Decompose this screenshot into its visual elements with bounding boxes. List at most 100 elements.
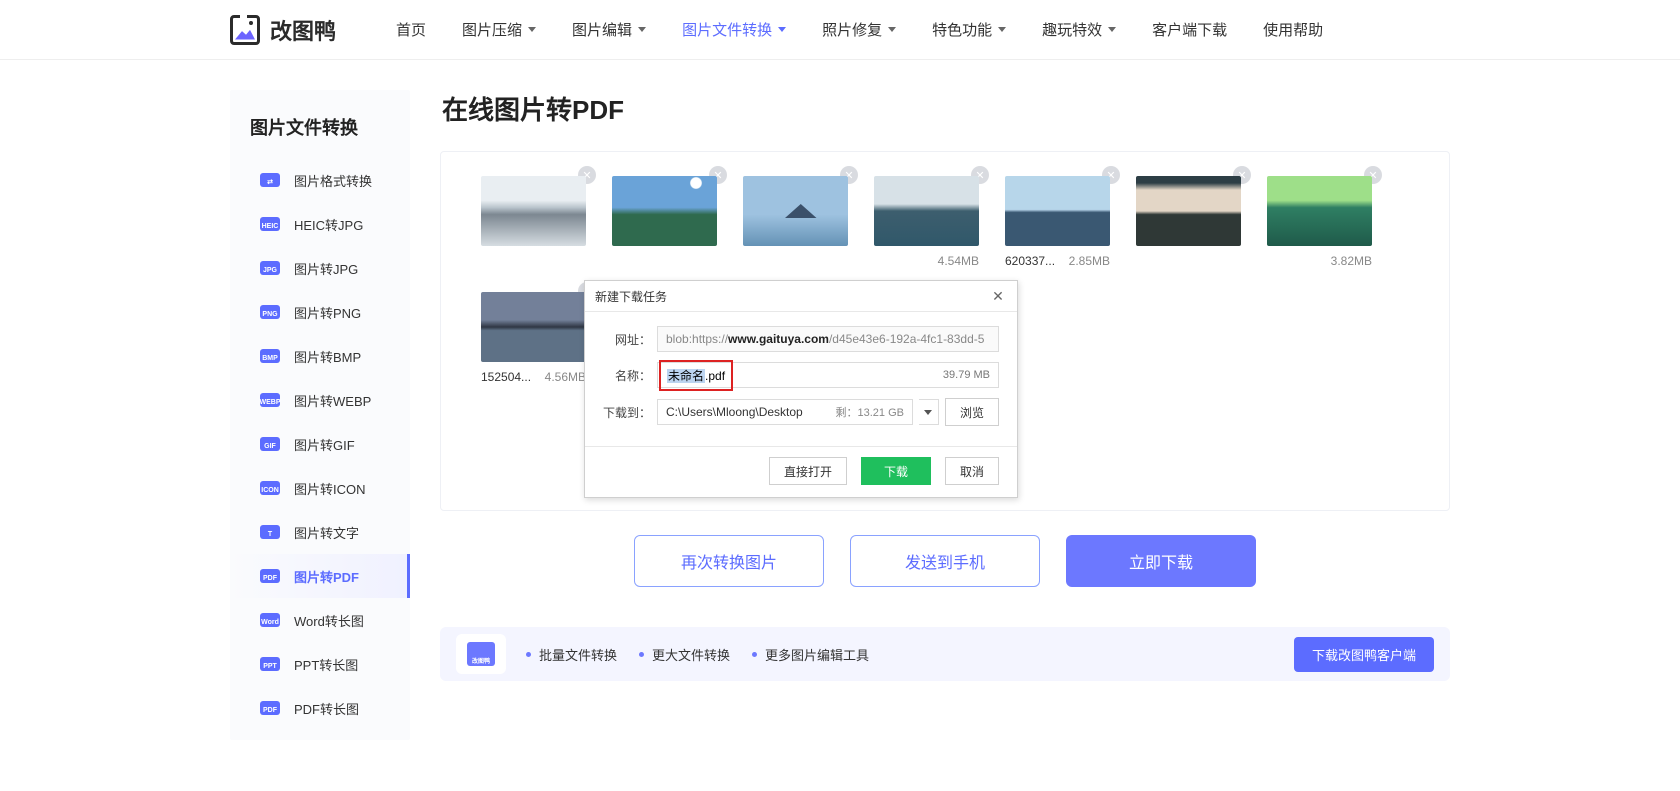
open-directly-button[interactable]: 直接打开 [769,457,847,485]
filename-ext: .pdf [705,369,725,383]
sidebar-item-12[interactable]: PDF转长图 [230,686,410,730]
promo-feature: 更多图片编辑工具 [752,645,869,664]
chevron-down-icon [1108,27,1116,32]
sidebar-icon [260,437,280,451]
sidebar-item-label: Word转长图 [294,611,364,630]
sidebar-icon [260,481,280,495]
promo-feature: 更大文件转换 [639,645,730,664]
thumbnail: ✕ [1136,176,1241,268]
sidebar-item-11[interactable]: PPT转长图 [230,642,410,686]
sidebar-item-3[interactable]: 图片转PNG [230,290,410,334]
thumbnail-image[interactable] [1005,176,1110,246]
top-nav: 改图鸭 首页 图片压缩 图片编辑 图片文件转换 照片修复 特色功能 趣玩特效 客户端下载 使用帮… [0,0,1680,60]
thumbnail-image[interactable] [1136,176,1241,246]
promo-icon [456,634,506,674]
brand-logo[interactable]: 改图鸭 [230,14,336,46]
page-title: 在线图片转PDF [442,90,1450,127]
nav-item-1[interactable]: 图片压缩 [462,19,536,40]
thumbnail: ✕3.82MB [1267,176,1372,268]
nav-item-5[interactable]: 特色功能 [932,19,1006,40]
sidebar-item-5[interactable]: 图片转WEBP [230,378,410,422]
sidebar-item-label: 图片转WEBP [294,391,371,410]
thumbnail-image[interactable] [1267,176,1372,246]
convert-again-button[interactable]: 再次转换图片 [634,535,824,587]
sidebar-item-1[interactable]: HEIC转JPG [230,202,410,246]
sidebar-item-label: 图片转JPG [294,259,358,278]
browse-button[interactable]: 浏览 [945,398,999,426]
url-field[interactable]: blob:https://www.gaituya.com/d45e43e6-19… [657,326,999,352]
nav-item-3[interactable]: 图片文件转换 [682,19,786,40]
chevron-down-icon [528,27,536,32]
sidebar-item-label: 图片格式转换 [294,171,372,190]
filename-stem: 未命名 [667,369,705,383]
nav-item-4[interactable]: 照片修复 [822,19,896,40]
sidebar-item-6[interactable]: 图片转GIF [230,422,410,466]
dot-icon [639,652,644,657]
name-label: 名称： [603,367,651,384]
dot-icon [526,652,531,657]
filesize-label: 39.79 MB [943,369,990,381]
nav-item-7[interactable]: 客户端下载 [1152,19,1227,40]
dialog-title: 新建下载任务 [595,288,667,305]
sidebar-item-0[interactable]: 图片格式转换 [230,158,410,202]
sidebar-icon [260,569,280,583]
dest-path-field[interactable]: C:\Users\Mloong\Desktop 剩：13.21 GB [657,399,913,425]
disk-remaining: 剩：13.21 GB [836,404,904,420]
brand-name: 改图鸭 [270,14,336,46]
sidebar-icon [260,393,280,407]
thumbnail-meta: 152504...4.56MB [481,370,586,384]
promo-bar: 批量文件转换 更大文件转换 更多图片编辑工具 下载改图鸭客户端 [440,627,1450,681]
sidebar-icon [260,349,280,363]
filename-highlight-box: 未命名.pdf [659,360,733,391]
action-row: 再次转换图片 发送到手机 立即下载 [440,535,1450,587]
dialog-cancel-button[interactable]: 取消 [945,457,999,485]
sidebar: 图片文件转换 图片格式转换 HEIC转JPG 图片转JPG 图片转PNG 图片转BMP 图… [230,90,410,740]
dialog-download-button[interactable]: 下载 [861,457,931,485]
thumbnail-image[interactable] [743,176,848,246]
download-now-button[interactable]: 立即下载 [1066,535,1256,587]
dest-dropdown-button[interactable] [919,399,939,425]
nav-item-2[interactable]: 图片编辑 [572,19,646,40]
promo-feature: 批量文件转换 [526,645,617,664]
thumbnail-image[interactable] [481,292,586,362]
sidebar-item-label: 图片转GIF [294,435,355,454]
sidebar-item-9[interactable]: 图片转PDF [230,554,410,598]
sidebar-item-label: HEIC转JPG [294,215,363,234]
logo-icon [230,15,260,45]
thumbnail: ✕ [481,176,586,268]
thumbnail-meta: 620337...2.85MB [1005,254,1110,268]
sidebar-item-7[interactable]: 图片转ICON [230,466,410,510]
sidebar-item-8[interactable]: 图片转文字 [230,510,410,554]
sidebar-item-label: 图片转BMP [294,347,361,366]
sidebar-icon [260,173,280,187]
sidebar-icon [260,613,280,627]
thumbnail-image[interactable] [874,176,979,246]
thumbnail: ✕152504...4.56MB [481,292,586,384]
thumbnail: ✕4.54MB [874,176,979,268]
sidebar-item-10[interactable]: Word转长图 [230,598,410,642]
dialog-close-icon[interactable]: ✕ [989,287,1007,305]
send-to-phone-button[interactable]: 发送到手机 [850,535,1040,587]
sidebar-item-4[interactable]: 图片转BMP [230,334,410,378]
chevron-down-icon [998,27,1006,32]
chevron-down-icon [924,410,932,415]
promo-app-icon [467,642,495,666]
sidebar-title: 图片文件转换 [230,110,410,158]
nav-item-8[interactable]: 使用帮助 [1263,19,1323,40]
dest-path: C:\Users\Mloong\Desktop [666,405,803,419]
sidebar-item-label: 图片转PNG [294,303,361,322]
filename-field[interactable]: 未命名.pdf 39.79 MB [657,362,999,388]
download-dialog: 新建下载任务 ✕ 网址： blob:https://www.gaituya.co… [584,280,1018,498]
chevron-down-icon [888,27,896,32]
chevron-down-icon [778,27,786,32]
thumbnail-image[interactable] [481,176,586,246]
thumbnail: ✕620337...2.85MB [1005,176,1110,268]
url-label: 网址： [603,331,651,348]
download-client-button[interactable]: 下载改图鸭客户端 [1294,637,1434,672]
sidebar-item-label: PPT转长图 [294,655,358,674]
sidebar-item-2[interactable]: 图片转JPG [230,246,410,290]
nav-item-0[interactable]: 首页 [396,19,426,40]
nav-item-6[interactable]: 趣玩特效 [1042,19,1116,40]
sidebar-icon [260,261,280,275]
thumbnail-image[interactable] [612,176,717,246]
